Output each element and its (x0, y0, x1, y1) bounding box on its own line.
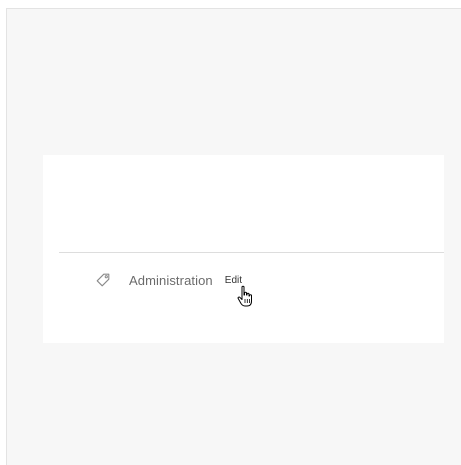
tag-card: Administration Edit (43, 155, 444, 343)
content-frame: Administration Edit (6, 8, 461, 465)
edit-tag-link[interactable]: Edit (225, 275, 242, 286)
divider (59, 252, 444, 253)
tag-label: Administration (129, 272, 213, 288)
tag-icon (95, 272, 111, 288)
tag-row: Administration Edit (95, 269, 242, 291)
